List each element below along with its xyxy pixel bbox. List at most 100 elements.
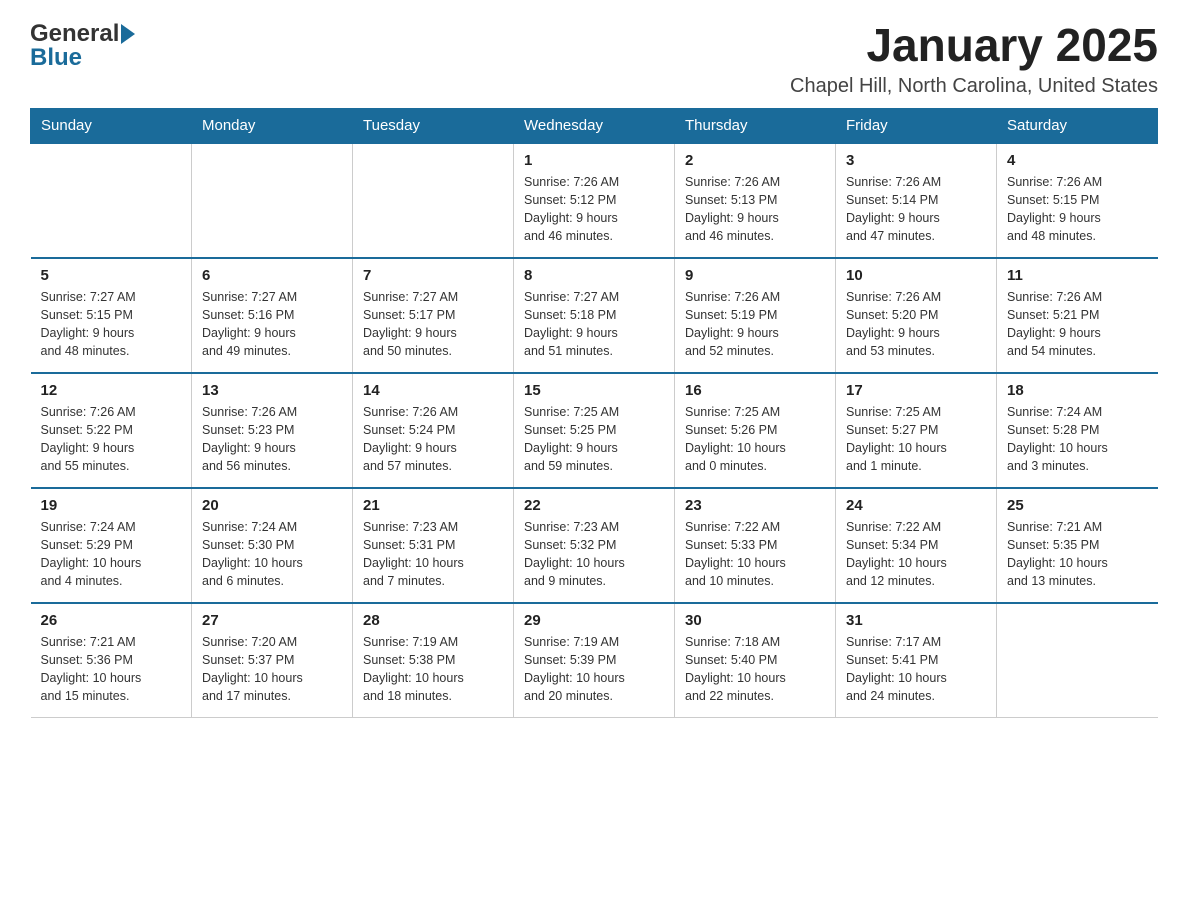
calendar-cell: 18 Sunrise: 7:24 AMSunset: 5:28 PMDayligh… [997,373,1158,488]
calendar-cell: 27 Sunrise: 7:20 AMSunset: 5:37 PMDayligh… [192,603,353,718]
day-info: Sunrise: 7:23 AMSunset: 5:31 PMDaylight:… [363,518,503,591]
day-info: Sunrise: 7:21 AMSunset: 5:35 PMDaylight:… [1007,518,1148,591]
day-info: Sunrise: 7:25 AMSunset: 5:26 PMDaylight:… [685,403,825,476]
day-number: 18 [1007,382,1148,399]
calendar-cell: 25 Sunrise: 7:21 AMSunset: 5:35 PMDayligh… [997,488,1158,603]
day-number: 12 [41,382,182,399]
calendar-cell: 20 Sunrise: 7:24 AMSunset: 5:30 PMDayligh… [192,488,353,603]
day-number: 3 [846,152,986,169]
header-day-monday: Monday [192,108,353,143]
day-info: Sunrise: 7:24 AMSunset: 5:30 PMDaylight:… [202,518,342,591]
calendar-cell: 17 Sunrise: 7:25 AMSunset: 5:27 PMDayligh… [836,373,997,488]
day-info: Sunrise: 7:22 AMSunset: 5:34 PMDaylight:… [846,518,986,591]
calendar-cell: 8 Sunrise: 7:27 AMSunset: 5:18 PMDaylight… [514,258,675,373]
calendar-cell: 13 Sunrise: 7:26 AMSunset: 5:23 PMDayligh… [192,373,353,488]
day-number: 1 [524,152,664,169]
day-info: Sunrise: 7:23 AMSunset: 5:32 PMDaylight:… [524,518,664,591]
calendar-cell: 12 Sunrise: 7:26 AMSunset: 5:22 PMDayligh… [31,373,192,488]
day-number: 17 [846,382,986,399]
calendar-cell: 4 Sunrise: 7:26 AMSunset: 5:15 PMDaylight… [997,143,1158,258]
day-info: Sunrise: 7:26 AMSunset: 5:21 PMDaylight:… [1007,288,1148,361]
calendar-week-1: 1 Sunrise: 7:26 AMSunset: 5:12 PMDaylight… [31,143,1158,258]
header-day-tuesday: Tuesday [353,108,514,143]
day-info: Sunrise: 7:26 AMSunset: 5:15 PMDaylight:… [1007,173,1148,246]
day-info: Sunrise: 7:27 AMSunset: 5:18 PMDaylight:… [524,288,664,361]
calendar-cell: 14Sunrise: 7:26 AMSunset: 5:24 PMDayligh… [353,373,514,488]
day-info: Sunrise: 7:25 AMSunset: 5:25 PMDaylight:… [524,403,664,476]
day-info: Sunrise: 7:25 AMSunset: 5:27 PMDaylight:… [846,403,986,476]
day-number: 31 [846,612,986,629]
header-day-friday: Friday [836,108,997,143]
day-number: 19 [41,497,182,514]
calendar-cell: 6Sunrise: 7:27 AMSunset: 5:16 PMDaylight… [192,258,353,373]
header-day-thursday: Thursday [675,108,836,143]
day-number: 16 [685,382,825,399]
calendar-cell: 23 Sunrise: 7:22 AMSunset: 5:33 PMDayligh… [675,488,836,603]
day-info: Sunrise: 7:27 AMSunset: 5:17 PMDaylight:… [363,288,503,361]
day-number: 28 [363,612,503,629]
calendar-cell: 24 Sunrise: 7:22 AMSunset: 5:34 PMDayligh… [836,488,997,603]
day-info: Sunrise: 7:19 AMSunset: 5:39 PMDaylight:… [524,633,664,706]
calendar-header-row: SundayMondayTuesdayWednesdayThursdayFrid… [31,108,1158,143]
day-number: 9 [685,267,825,284]
calendar-cell [353,143,514,258]
calendar-cell: 1 Sunrise: 7:26 AMSunset: 5:12 PMDaylight… [514,143,675,258]
day-info: Sunrise: 7:26 AMSunset: 5:24 PMDaylight:… [363,403,503,476]
calendar-cell [192,143,353,258]
day-number: 4 [1007,152,1148,169]
day-info: Sunrise: 7:27 AMSunset: 5:15 PMDaylight:… [41,288,182,361]
day-number: 25 [1007,497,1148,514]
logo-blue-text: Blue [30,44,82,72]
day-info: Sunrise: 7:18 AMSunset: 5:40 PMDaylight:… [685,633,825,706]
calendar-cell: 7 Sunrise: 7:27 AMSunset: 5:17 PMDaylight… [353,258,514,373]
day-number: 15 [524,382,664,399]
calendar-cell: 21 Sunrise: 7:23 AMSunset: 5:31 PMDayligh… [353,488,514,603]
header-day-sunday: Sunday [31,108,192,143]
day-info: Sunrise: 7:26 AMSunset: 5:22 PMDaylight:… [41,403,182,476]
title-block: January 2025 Chapel Hill, North Carolina… [790,20,1158,98]
day-info: Sunrise: 7:26 AMSunset: 5:12 PMDaylight:… [524,173,664,246]
calendar-cell: 29 Sunrise: 7:19 AMSunset: 5:39 PMDayligh… [514,603,675,718]
day-number: 21 [363,497,503,514]
logo: General Blue [30,20,135,72]
calendar-cell: 19 Sunrise: 7:24 AMSunset: 5:29 PMDayligh… [31,488,192,603]
calendar-cell [997,603,1158,718]
calendar-cell: 11 Sunrise: 7:26 AMSunset: 5:21 PMDayligh… [997,258,1158,373]
calendar-cell: 9 Sunrise: 7:26 AMSunset: 5:19 PMDaylight… [675,258,836,373]
day-number: 8 [524,267,664,284]
day-number: 13 [202,382,342,399]
calendar-cell: 26Sunrise: 7:21 AMSunset: 5:36 PMDayligh… [31,603,192,718]
calendar-table: SundayMondayTuesdayWednesdayThursdayFrid… [30,108,1158,719]
calendar-week-3: 12 Sunrise: 7:26 AMSunset: 5:22 PMDayligh… [31,373,1158,488]
day-number: 6 [202,267,342,284]
calendar-cell: 15 Sunrise: 7:25 AMSunset: 5:25 PMDayligh… [514,373,675,488]
day-info: Sunrise: 7:26 AMSunset: 5:23 PMDaylight:… [202,403,342,476]
calendar-cell: 31 Sunrise: 7:17 AMSunset: 5:41 PMDayligh… [836,603,997,718]
logo-arrow-icon [121,24,135,44]
day-number: 29 [524,612,664,629]
day-number: 27 [202,612,342,629]
calendar-cell: 22Sunrise: 7:23 AMSunset: 5:32 PMDayligh… [514,488,675,603]
calendar-cell: 16 Sunrise: 7:25 AMSunset: 5:26 PMDayligh… [675,373,836,488]
calendar-cell: 10Sunrise: 7:26 AMSunset: 5:20 PMDayligh… [836,258,997,373]
header-day-saturday: Saturday [997,108,1158,143]
day-number: 11 [1007,267,1148,284]
calendar-cell: 2Sunrise: 7:26 AMSunset: 5:13 PMDaylight… [675,143,836,258]
day-number: 7 [363,267,503,284]
day-info: Sunrise: 7:24 AMSunset: 5:28 PMDaylight:… [1007,403,1148,476]
calendar-cell: 30Sunrise: 7:18 AMSunset: 5:40 PMDayligh… [675,603,836,718]
day-info: Sunrise: 7:17 AMSunset: 5:41 PMDaylight:… [846,633,986,706]
day-number: 23 [685,497,825,514]
day-info: Sunrise: 7:26 AMSunset: 5:19 PMDaylight:… [685,288,825,361]
day-info: Sunrise: 7:24 AMSunset: 5:29 PMDaylight:… [41,518,182,591]
day-info: Sunrise: 7:22 AMSunset: 5:33 PMDaylight:… [685,518,825,591]
day-info: Sunrise: 7:20 AMSunset: 5:37 PMDaylight:… [202,633,342,706]
day-number: 24 [846,497,986,514]
calendar-title: January 2025 [790,20,1158,71]
page-header: General Blue January 2025 Chapel Hill, N… [30,20,1158,98]
day-number: 20 [202,497,342,514]
calendar-week-2: 5Sunrise: 7:27 AMSunset: 5:15 PMDaylight… [31,258,1158,373]
day-info: Sunrise: 7:19 AMSunset: 5:38 PMDaylight:… [363,633,503,706]
day-number: 26 [41,612,182,629]
header-day-wednesday: Wednesday [514,108,675,143]
